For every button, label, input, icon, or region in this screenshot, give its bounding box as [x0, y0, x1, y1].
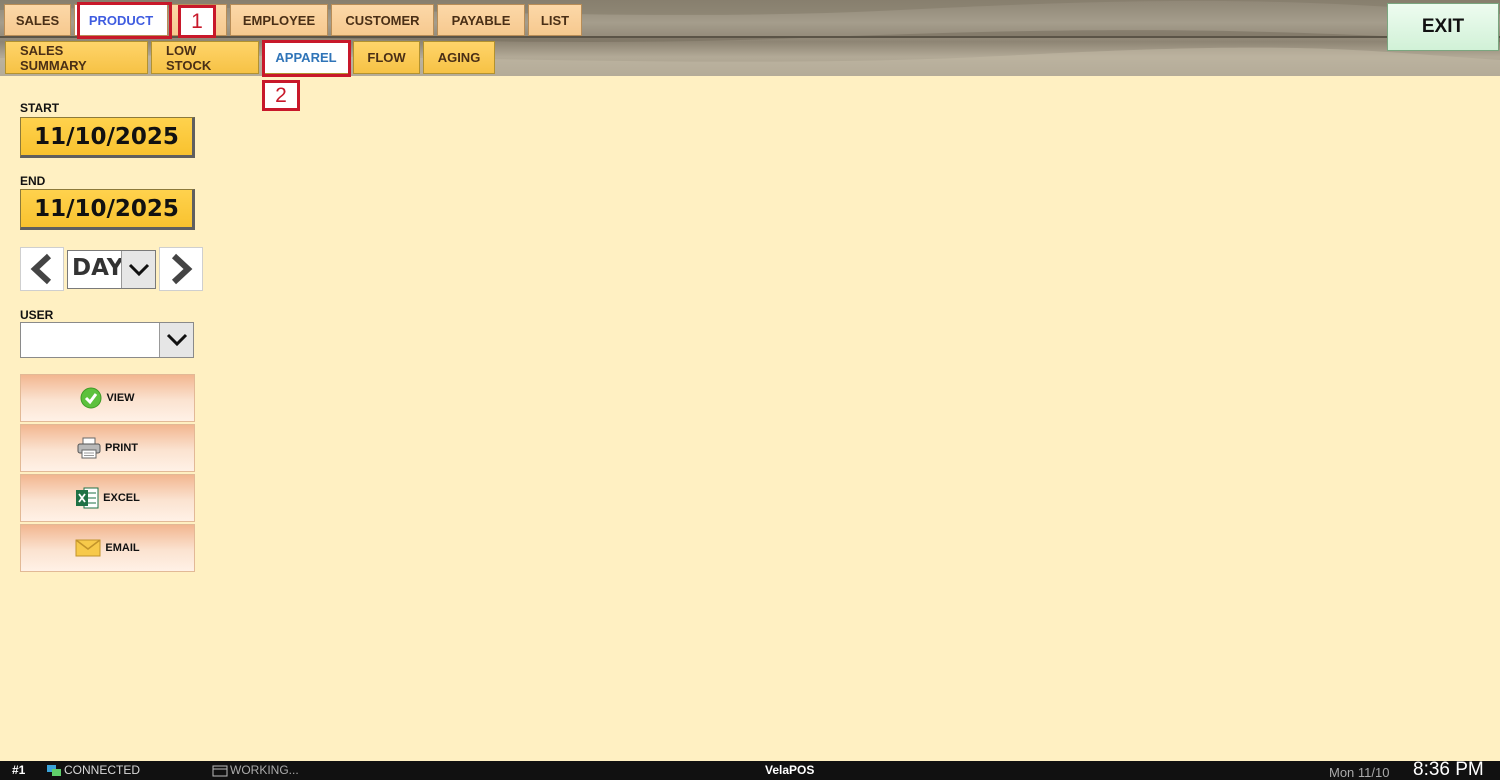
period-value: DAY	[72, 255, 124, 281]
tab-sales[interactable]: SALES	[4, 4, 71, 36]
chevron-right-icon	[171, 253, 193, 285]
chevron-left-icon	[30, 253, 52, 285]
start-date-button[interactable]: 11/10/2025	[20, 117, 195, 158]
previous-period-button[interactable]	[20, 247, 64, 291]
tab-employee[interactable]: EMPLOYEE	[230, 4, 328, 36]
exit-button[interactable]: EXIT	[1387, 3, 1499, 51]
check-icon	[80, 387, 102, 409]
period-select[interactable]: DAY	[67, 250, 156, 289]
email-button-label: EMAIL	[105, 542, 140, 554]
connection-status: CONNECTED	[64, 763, 141, 777]
start-label: START	[20, 101, 60, 115]
period-dropdown-button[interactable]	[121, 251, 155, 288]
top-bar: SALES PRODUCT S EMPLOYEE CUSTOMER PAYABL…	[0, 0, 1500, 76]
user-label: USER	[20, 308, 54, 322]
user-select[interactable]	[20, 322, 194, 358]
annotation-label-1: 1	[178, 5, 216, 38]
tab-flow[interactable]: FLOW	[353, 41, 420, 74]
excel-button[interactable]: EXCEL	[20, 474, 195, 522]
window-icon	[212, 765, 228, 777]
excel-icon	[76, 487, 99, 509]
end-label: END	[20, 174, 46, 188]
envelope-icon	[75, 539, 101, 557]
highlight-box-product-tab	[77, 2, 172, 39]
app-name: VelaPOS	[765, 763, 814, 777]
work-status: WORKING...	[230, 763, 299, 777]
sub-tab-row: SALES SUMMARY LOW STOCK APPAREL FLOW AGI…	[5, 41, 495, 74]
chevron-down-icon	[128, 263, 149, 276]
tab-list[interactable]: LIST	[528, 4, 582, 36]
print-button[interactable]: PRINT	[20, 424, 195, 472]
chevron-down-icon	[166, 333, 187, 347]
status-time: 8:36 PM	[1413, 759, 1484, 780]
highlight-box-apparel-tab	[262, 40, 351, 77]
print-button-label: PRINT	[105, 442, 138, 454]
status-bar: #1 CONNECTED WORKING... VelaPOS Mon 11/1…	[0, 759, 1500, 780]
end-date-button[interactable]: 11/10/2025	[20, 189, 195, 230]
excel-button-label: EXCEL	[103, 492, 140, 504]
tab-sales-summary[interactable]: SALES SUMMARY	[5, 41, 148, 74]
view-button[interactable]: VIEW	[20, 374, 195, 422]
station-number: #1	[12, 763, 26, 777]
tab-payable[interactable]: PAYABLE	[437, 4, 525, 36]
user-dropdown-button[interactable]	[159, 323, 193, 357]
annotation-label-2: 2	[262, 80, 300, 111]
tab-aging[interactable]: AGING	[423, 41, 495, 74]
tab-customer[interactable]: CUSTOMER	[331, 4, 434, 36]
app-name-prefix: Vela	[765, 763, 790, 777]
status-date: Mon 11/10	[1329, 765, 1390, 780]
next-period-button[interactable]	[159, 247, 203, 291]
printer-icon	[77, 437, 101, 459]
network-icon	[47, 765, 61, 776]
tab-low-stock[interactable]: LOW STOCK	[151, 41, 259, 74]
email-button[interactable]: EMAIL	[20, 524, 195, 572]
app-name-suffix: POS	[789, 763, 815, 777]
view-button-label: VIEW	[106, 392, 135, 404]
